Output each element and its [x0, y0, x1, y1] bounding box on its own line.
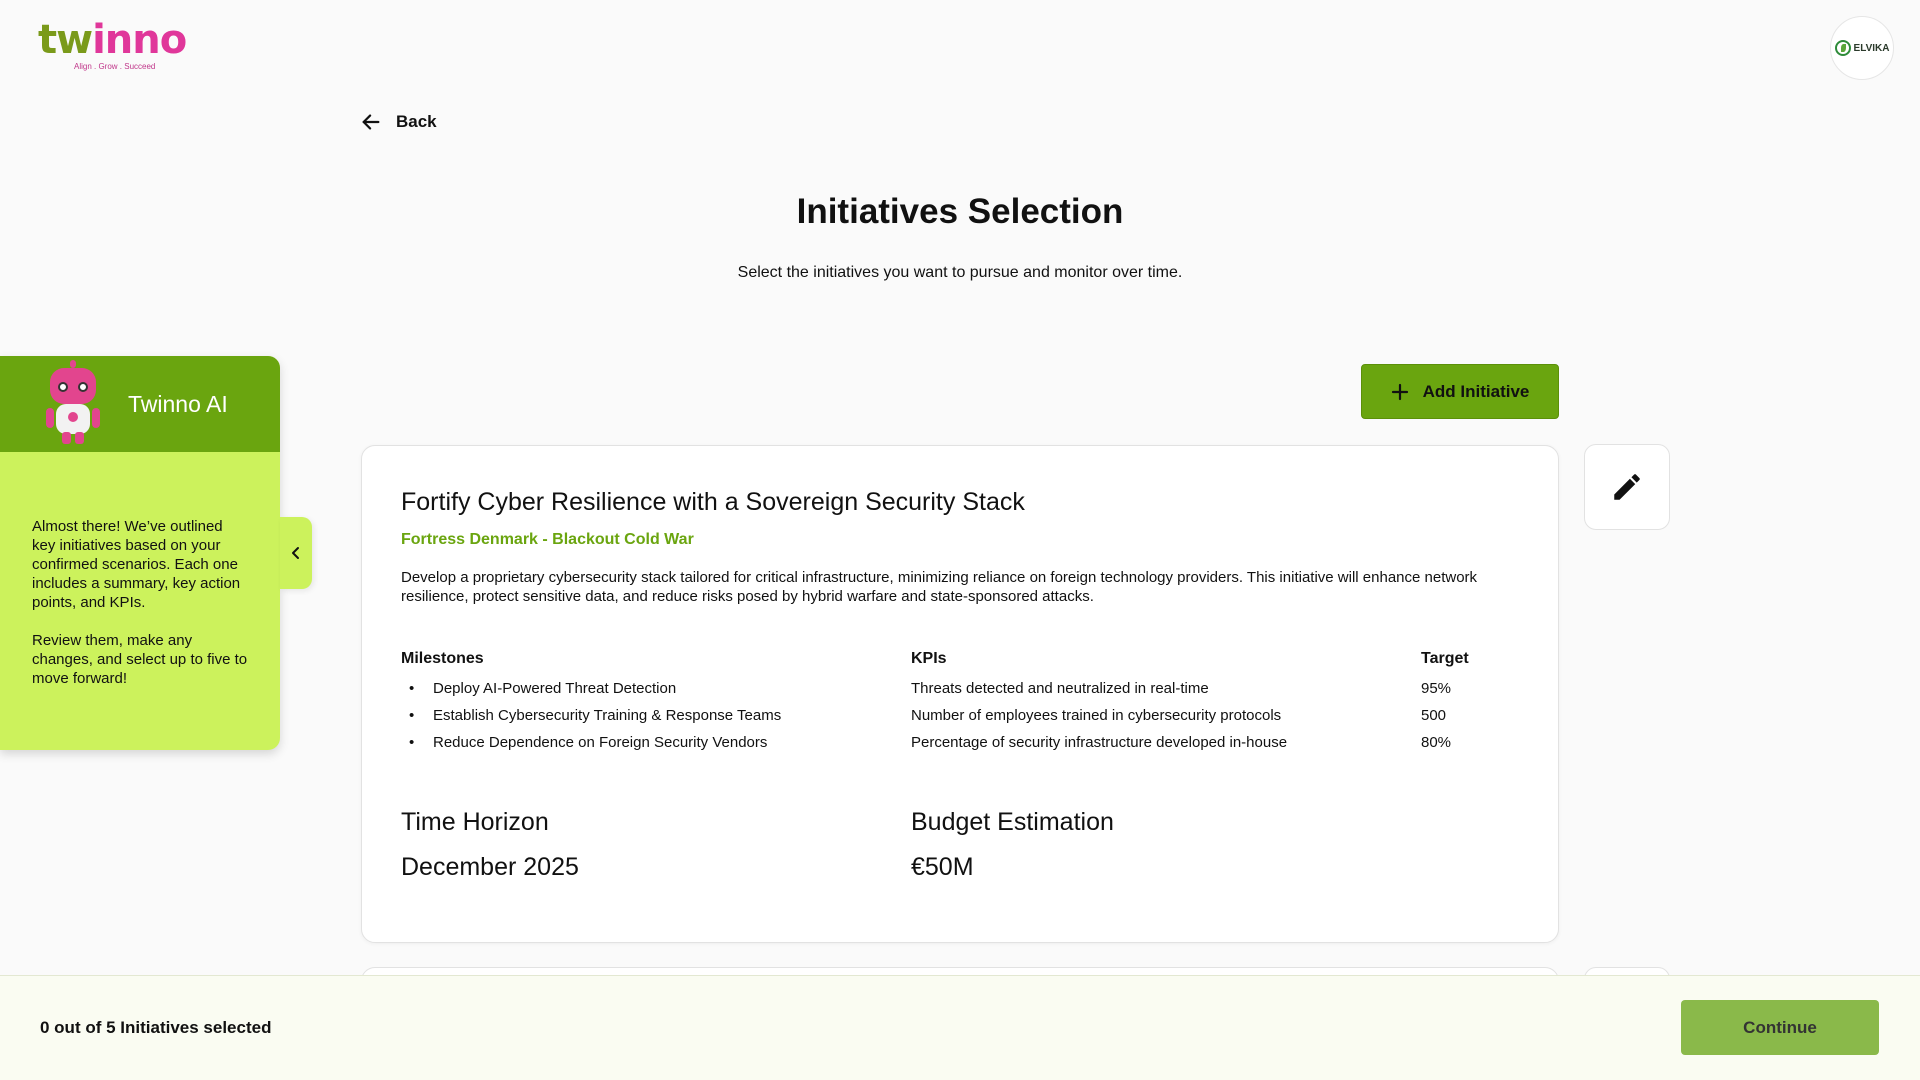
kpi-item: Threats detected and neutralized in real… [911, 680, 1209, 697]
assistant-message-2: Review them, make any changes, and selec… [32, 632, 248, 687]
organization-name: ELVIKA [1853, 42, 1890, 54]
back-button[interactable]: Back [360, 111, 437, 133]
milestones-header: Milestones [401, 650, 484, 667]
time-horizon-value: December 2025 [401, 853, 579, 881]
budget-label: Budget Estimation [911, 808, 1114, 836]
kpi-item: Number of employees trained in cybersecu… [911, 707, 1282, 724]
kpi-item: Percentage of security infrastructure de… [911, 734, 1288, 751]
twinno-logo[interactable]: twinno Align . Grow . Succeed [38, 20, 198, 72]
plus-icon [1391, 383, 1408, 400]
targets-list: 95% 500 80% [1421, 679, 1451, 760]
selection-footer: 0 out of 5 Initiatives selected Continue [0, 975, 1920, 1080]
logo-tagline: Align . Grow . Succeed [74, 62, 156, 71]
milestones-list: Deploy AI-Powered Threat Detection Estab… [401, 679, 781, 760]
assistant-name: Twinno AI [128, 390, 228, 417]
initiative-scenario: Fortress Denmark - Blackout Cold War [401, 531, 694, 548]
kpis-list: Threats detected and neutralized in real… [911, 679, 1287, 760]
target-item: 80% [1421, 734, 1452, 751]
kpis-header: KPIs [911, 650, 947, 667]
page-title: Initiatives Selection [796, 192, 1124, 231]
add-initiative-button[interactable]: Add Initiative [1361, 364, 1559, 419]
leaf-icon [1834, 40, 1851, 56]
target-item: 500 [1421, 707, 1447, 724]
initiative-title: Fortify Cyber Resilience with a Sovereig… [401, 488, 1025, 516]
budget-value: €50M [911, 853, 974, 881]
organization-avatar[interactable]: ELVIKA [1830, 16, 1894, 80]
target-item: 95% [1421, 680, 1452, 697]
robot-mascot-icon [44, 360, 102, 444]
page-subtitle: Select the initiatives you want to pursu… [737, 264, 1183, 281]
initiative-card[interactable]: Fortify Cyber Resilience with a Sovereig… [361, 445, 1559, 943]
logo-text-3: o [159, 17, 188, 63]
add-initiative-label: Add Initiative [1422, 381, 1530, 401]
milestone-item: Deploy AI-Powered Threat Detection [401, 679, 781, 706]
logo-text-1: tw [38, 17, 93, 63]
assistant-message-1: Almost there! We’ve outlined key initiat… [32, 518, 241, 611]
assistant-collapse-button[interactable] [280, 517, 312, 589]
arrow-left-icon [362, 114, 380, 130]
target-header: Target [1421, 650, 1469, 667]
back-label: Back [396, 112, 437, 131]
assistant-panel: Twinno AI Almost there! We’ve outlined k… [0, 356, 280, 750]
time-horizon-label: Time Horizon [401, 808, 549, 836]
assistant-header: Twinno AI [0, 356, 280, 452]
edit-initiative-button[interactable] [1584, 444, 1670, 530]
pencil-icon [1614, 474, 1640, 500]
selected-count: 0 out of 5 Initiatives selected [40, 1018, 272, 1037]
logo-text-2: inn [92, 17, 161, 63]
initiative-description: Develop a proprietary cybersecurity stac… [401, 569, 1478, 605]
milestone-item: Reduce Dependence on Foreign Security Ve… [401, 733, 781, 760]
continue-button[interactable]: Continue [1681, 1000, 1879, 1055]
milestone-item: Establish Cybersecurity Training & Respo… [401, 706, 781, 733]
assistant-message: Almost there! We’ve outlined key initiat… [0, 452, 280, 688]
chevron-left-icon [292, 547, 299, 559]
